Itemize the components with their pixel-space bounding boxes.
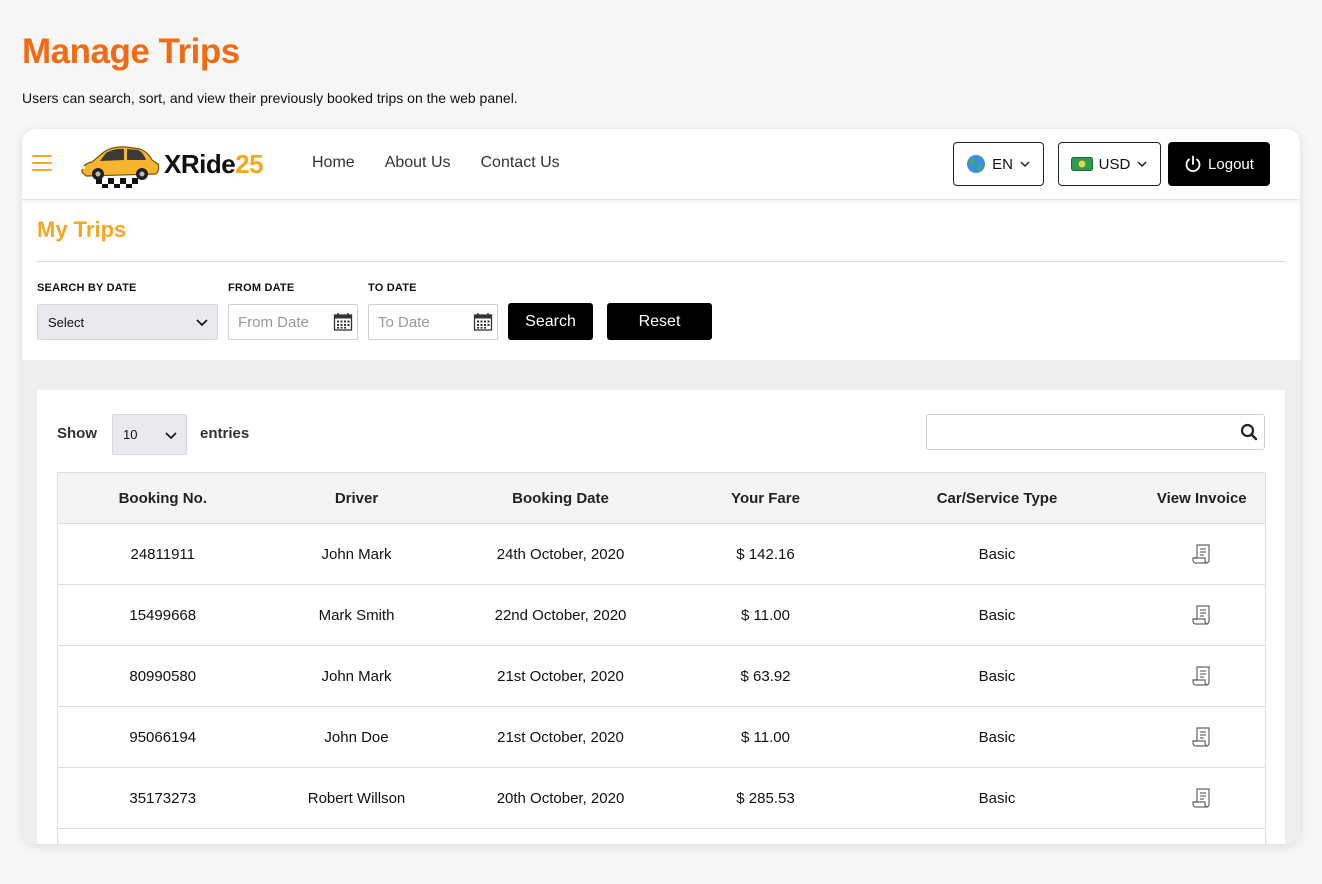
to-date-input[interactable] <box>378 313 470 331</box>
driver-cell: Mark Smith <box>267 584 446 646</box>
language-selector[interactable]: EN <box>953 142 1044 186</box>
chevron-down-icon <box>1020 161 1030 168</box>
power-icon <box>1185 155 1201 173</box>
invoice-icon[interactable] <box>1191 726 1213 748</box>
column-header-booking-date[interactable]: Booking Date <box>445 472 676 524</box>
invoice-icon[interactable] <box>1191 604 1213 626</box>
service-type-cell: Basic <box>855 645 1139 707</box>
booking-date-cell: 21st October, 2020 <box>445 645 676 707</box>
service-type-cell: Basic <box>855 767 1139 829</box>
booking-no-cell: 15499668 <box>57 584 268 646</box>
service-type-cell: Basic <box>855 523 1139 585</box>
logout-label: Logout <box>1208 155 1254 173</box>
column-header-driver[interactable]: Driver <box>267 472 446 524</box>
driver-cell: John Mark <box>267 523 446 585</box>
currency-selector[interactable]: USD <box>1058 142 1161 186</box>
invoice-icon[interactable] <box>1191 665 1213 687</box>
logo[interactable]: XRide25 <box>78 139 278 189</box>
search-icon[interactable] <box>1240 423 1258 441</box>
show-label: Show <box>57 425 97 442</box>
invoice-cell <box>1138 767 1266 829</box>
invoice-cell <box>1138 645 1266 707</box>
service-type-cell: Basic <box>855 584 1139 646</box>
table-row: 24811911 John Mark 24th October, 2020 $ … <box>57 523 1266 585</box>
table-search-field[interactable] <box>926 414 1265 450</box>
entries-value: 10 <box>123 427 138 442</box>
fare-cell: $ 63.92 <box>675 645 856 707</box>
table-row: 95066194 John Doe 21st October, 2020 $ 1… <box>57 706 1266 768</box>
section-title: My Trips <box>37 217 127 242</box>
booking-no-cell: 24811911 <box>57 523 268 585</box>
chevron-down-icon <box>196 319 208 327</box>
to-date-field[interactable] <box>368 304 498 340</box>
invoice-cell <box>1138 584 1266 646</box>
table-row: 35173273 Robert Willson 20th October, 20… <box>57 767 1266 829</box>
column-header-booking-no[interactable]: Booking No. <box>57 472 268 524</box>
globe-icon <box>967 155 986 173</box>
chevron-down-icon <box>165 431 177 439</box>
app-window: XRide25 Home About Us Contact Us EN USD <box>22 129 1300 844</box>
nav-links: Home About Us Contact Us <box>312 154 560 172</box>
fare-cell: $ 11.00 <box>675 706 856 768</box>
logout-button[interactable]: Logout <box>1168 142 1270 186</box>
booking-date-cell: 24th October, 2020 <box>445 523 676 585</box>
table-row: 80990580 John Mark 21st October, 2020 $ … <box>57 645 1266 707</box>
column-header-your-fare[interactable]: Your Fare <box>675 472 856 524</box>
chevron-down-icon <box>1137 161 1147 168</box>
from-date-field[interactable] <box>228 304 358 340</box>
fare-cell: $ 285.53 <box>675 767 856 829</box>
table-search-input[interactable] <box>935 423 1235 439</box>
column-header-view-invoice: View Invoice <box>1138 472 1266 524</box>
booking-date-cell: 20th October, 2020 <box>445 767 676 829</box>
entries-label: entries <box>200 425 250 442</box>
booking-no-cell: 95066194 <box>57 706 268 768</box>
car-logo-icon <box>80 146 160 188</box>
driver-cell: Robert Willson <box>267 767 446 829</box>
calendar-icon[interactable] <box>333 312 353 332</box>
table-row-partial <box>57 828 1266 844</box>
table-header-row: Booking No. Driver Booking Date Your Far… <box>57 472 1266 524</box>
invoice-icon[interactable] <box>1191 543 1213 565</box>
fare-cell: $ 11.00 <box>675 584 856 646</box>
trips-table: Booking No. Driver Booking Date Your Far… <box>57 472 1266 844</box>
invoice-icon[interactable] <box>1191 787 1213 809</box>
booking-no-cell: 80990580 <box>57 645 268 707</box>
booking-no-cell: 35173273 <box>57 767 268 829</box>
invoice-cell <box>1138 523 1266 585</box>
logo-text-accent: 25 <box>235 148 264 179</box>
entries-select[interactable]: 10 <box>112 414 187 455</box>
reset-button[interactable]: Reset <box>607 303 712 340</box>
navbar: XRide25 Home About Us Contact Us EN USD <box>22 129 1300 200</box>
money-icon <box>1070 157 1093 171</box>
nav-link-home[interactable]: Home <box>312 154 355 172</box>
divider <box>37 261 1285 262</box>
language-value: EN <box>992 155 1013 173</box>
table-row: 15499668 Mark Smith 22nd October, 2020 $… <box>57 584 1266 646</box>
column-header-service-type[interactable]: Car/Service Type <box>855 472 1139 524</box>
from-date-input[interactable] <box>238 313 330 331</box>
search-by-date-label: SEARCH BY DATE <box>37 282 137 294</box>
driver-cell: John Mark <box>267 645 446 707</box>
from-date-label: FROM DATE <box>228 282 295 294</box>
calendar-icon[interactable] <box>473 312 493 332</box>
driver-cell: John Doe <box>267 706 446 768</box>
nav-link-about-us[interactable]: About Us <box>385 154 451 172</box>
fare-cell: $ 142.16 <box>675 523 856 585</box>
hamburger-icon[interactable] <box>32 155 52 171</box>
page-title: Manage Trips <box>22 32 240 71</box>
currency-value: USD <box>1098 155 1131 173</box>
booking-date-cell: 21st October, 2020 <box>445 706 676 768</box>
search-button[interactable]: Search <box>508 303 593 340</box>
search-by-date-value: Select <box>48 314 85 330</box>
page-subtitle: Users can search, sort, and view their p… <box>22 90 518 106</box>
logo-text-main: XRide <box>164 148 236 179</box>
search-by-date-select[interactable]: Select <box>37 304 218 340</box>
service-type-cell: Basic <box>855 706 1139 768</box>
to-date-label: TO DATE <box>368 282 417 294</box>
booking-date-cell: 22nd October, 2020 <box>445 584 676 646</box>
invoice-cell <box>1138 706 1266 768</box>
nav-link-contact-us[interactable]: Contact Us <box>481 154 560 172</box>
